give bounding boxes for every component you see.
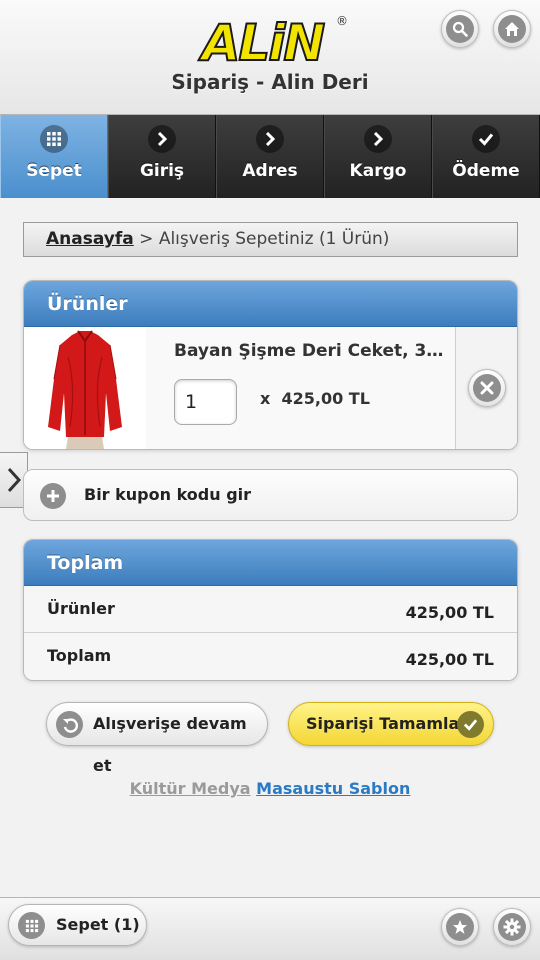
product-price: 425,00 TL xyxy=(281,389,370,408)
checkout-steps-nav: Sepet Giriş Adres Kargo Ödeme xyxy=(0,115,540,198)
close-icon xyxy=(472,374,501,402)
breadcrumb-separator: > xyxy=(139,229,154,249)
tab-label: Ödeme xyxy=(452,161,520,181)
search-icon xyxy=(446,15,474,43)
total-row: Ürünler 425,00 TL xyxy=(24,586,517,633)
search-button[interactable] xyxy=(441,10,479,48)
grid-icon xyxy=(40,125,68,153)
breadcrumb-current: Alışveriş Sepetiniz (1 Ürün) xyxy=(158,229,390,249)
footer-links: Kültür Medya Masaustu Sablon xyxy=(0,779,540,798)
tab-kargo[interactable]: Kargo xyxy=(324,115,432,198)
continue-shopping-button[interactable]: Alışverişe devam et xyxy=(46,702,268,775)
totals-panel-title: Toplam xyxy=(24,540,517,586)
products-panel-title: Ürünler xyxy=(24,281,517,327)
favorites-button[interactable] xyxy=(441,908,479,946)
complete-order-label: Siparişi Tamamla xyxy=(306,714,460,733)
cart-button-label: Sepet (1) xyxy=(56,915,140,934)
breadcrumb: Anasayfa > Alışveriş Sepetiniz (1 Ürün) xyxy=(23,222,518,257)
grid-icon xyxy=(18,912,45,939)
tab-label: Sepet xyxy=(26,161,82,181)
price-line: x 425,00 TL xyxy=(260,389,370,408)
product-name[interactable]: Bayan Şişme Deri Ceket, 38 ... xyxy=(174,341,444,361)
cart-item: Bayan Şişme Deri Ceket, 38 ... x 425,00 … xyxy=(24,327,517,449)
coupon-label: Bir kupon kodu gir xyxy=(84,485,252,504)
tab-sepet[interactable]: Sepet xyxy=(0,115,108,198)
total-row: Toplam 425,00 TL xyxy=(24,633,517,680)
remove-column xyxy=(455,327,517,449)
footer-muted-link[interactable]: Kültür Medya xyxy=(130,779,251,798)
breadcrumb-home-link[interactable]: Anasayfa xyxy=(46,229,134,249)
product-image[interactable] xyxy=(24,327,146,449)
gear-icon xyxy=(498,913,526,941)
page-title: Sipariş - Alin Deri xyxy=(171,70,369,94)
logo[interactable]: ALiN ® xyxy=(190,13,350,73)
registered-mark: ® xyxy=(336,14,348,28)
bottom-toolbar: Sepet (1) xyxy=(0,897,540,960)
products-panel: Ürünler Bayan Şişme Deri Ceket, 38 ... x… xyxy=(23,280,518,450)
tab-label: Giriş xyxy=(139,161,185,181)
total-row-label: Toplam xyxy=(47,646,112,665)
chevron-right-icon xyxy=(364,125,392,153)
coupon-toggle[interactable]: Bir kupon kodu gir xyxy=(23,469,518,521)
star-icon xyxy=(446,913,474,941)
tab-adres[interactable]: Adres xyxy=(216,115,324,198)
complete-order-button[interactable]: Siparişi Tamamla xyxy=(288,702,494,746)
continue-shopping-label: Alışverişe devam et xyxy=(93,714,247,775)
total-row-value: 425,00 TL xyxy=(405,650,494,669)
chevron-right-icon xyxy=(148,125,176,153)
check-icon xyxy=(472,125,500,153)
back-arrow-icon xyxy=(56,711,83,738)
chevron-right-icon xyxy=(256,125,284,153)
remove-item-button[interactable] xyxy=(467,369,506,407)
total-row-value: 425,00 TL xyxy=(405,603,494,622)
totals-panel: Toplam Ürünler 425,00 TL Toplam 425,00 T… xyxy=(23,539,518,681)
desktop-template-link[interactable]: Masaustu Sablon xyxy=(256,779,410,798)
chevron-right-icon xyxy=(7,467,21,493)
quantity-multiplier: x xyxy=(260,389,271,408)
tab-odeme[interactable]: Ödeme xyxy=(432,115,540,198)
settings-button[interactable] xyxy=(493,908,531,946)
home-icon xyxy=(498,15,526,43)
cart-button[interactable]: Sepet (1) xyxy=(8,904,147,946)
home-button[interactable] xyxy=(493,10,531,48)
tab-label: Kargo xyxy=(349,161,407,181)
logo-text: ALiN xyxy=(201,13,327,73)
tab-giris[interactable]: Giriş xyxy=(108,115,216,198)
quantity-input[interactable] xyxy=(174,379,237,425)
total-row-label: Ürünler xyxy=(47,599,115,618)
plus-icon xyxy=(40,483,66,509)
tab-label: Adres xyxy=(242,161,298,181)
check-icon xyxy=(457,711,484,738)
header: ALiN ® Sipariş - Alin Deri xyxy=(0,0,540,115)
